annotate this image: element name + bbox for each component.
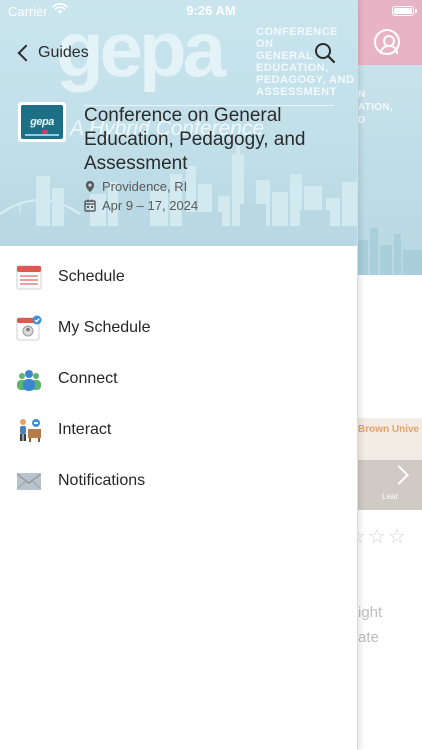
event-location-text: Providence, RI xyxy=(102,179,188,194)
calendar-icon xyxy=(16,265,42,289)
chevron-left-icon xyxy=(17,44,35,62)
menu-item-label: Notifications xyxy=(58,471,146,489)
background-banner[interactable]: Brown Unive Lear xyxy=(358,418,422,510)
menu-item-schedule[interactable]: Schedule xyxy=(0,251,357,302)
header-watermark-text: CONFERENCE ON GENERAL EDUCATION, PEDAGOG… xyxy=(256,26,355,98)
banner-small-text: Lear xyxy=(382,492,399,501)
location-pin-icon xyxy=(85,180,95,193)
my-schedule-icon xyxy=(16,315,42,340)
event-location: Providence, RI xyxy=(84,179,187,194)
search-icon[interactable] xyxy=(314,42,336,64)
background-hero: N ATION, D xyxy=(358,0,422,275)
envelope-icon xyxy=(16,472,42,490)
banner-text: Brown Unive xyxy=(358,424,420,435)
side-drawer: gepa CONFERENCE ON GENERAL EDUCATION, PE… xyxy=(0,0,358,750)
menu-item-connect[interactable]: Connect xyxy=(0,353,357,404)
calendar-small-icon xyxy=(84,199,96,212)
battery-icon xyxy=(392,6,417,16)
event-dates: Apr 9 – 17, 2024 xyxy=(84,198,198,213)
back-button-label: Guides xyxy=(38,44,89,61)
clock: 9:26 AM xyxy=(186,3,236,18)
event-header: gepa CONFERENCE ON GENERAL EDUCATION, PE… xyxy=(0,0,357,246)
people-icon xyxy=(17,369,41,391)
menu-item-label: My Schedule xyxy=(58,318,151,336)
menu-item-label: Connect xyxy=(58,369,118,387)
drawer-menu: Schedule My Schedule Connect Interact No… xyxy=(0,251,357,506)
interact-icon xyxy=(20,418,41,442)
status-bar: Carrier 9:26 AM xyxy=(0,0,422,22)
menu-item-label: Interact xyxy=(58,420,112,438)
banner-strip xyxy=(358,460,422,510)
menu-item-notifications[interactable]: Notifications xyxy=(0,455,357,506)
back-button[interactable]: Guides xyxy=(14,40,89,66)
menu-item-my-schedule[interactable]: My Schedule xyxy=(0,302,357,353)
menu-item-interact[interactable]: Interact xyxy=(0,404,357,455)
event-logo-text: gepa xyxy=(30,116,54,128)
event-title: Conference on General Education, Pedagog… xyxy=(84,105,306,174)
background-text-line: ate xyxy=(358,629,379,646)
menu-item-label: Schedule xyxy=(58,267,125,285)
background-skyline xyxy=(358,228,422,275)
event-logo: gepa xyxy=(18,102,66,142)
user-profile-icon[interactable] xyxy=(374,29,400,55)
background-text-line: ight xyxy=(358,604,383,621)
background-hero-text: N ATION, D xyxy=(358,89,393,126)
event-dates-text: Apr 9 – 17, 2024 xyxy=(102,198,199,213)
